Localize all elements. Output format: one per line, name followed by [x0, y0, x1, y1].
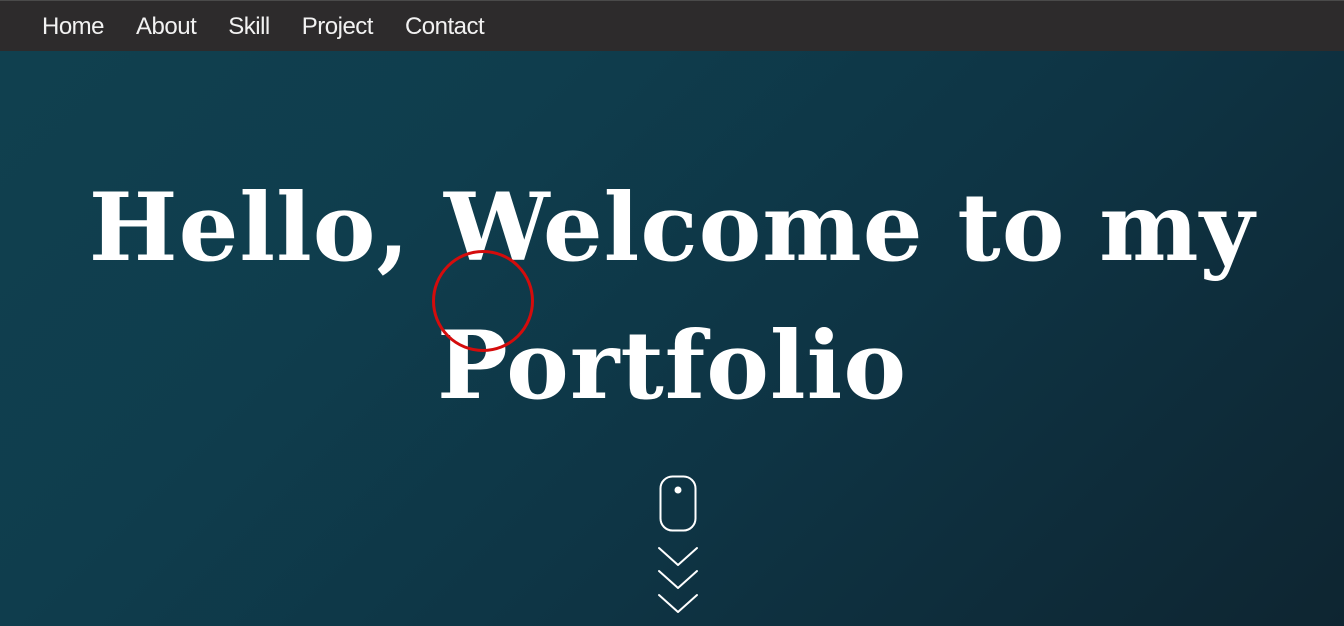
hero-title-line1: Hello, Welcome to my	[88, 173, 1256, 283]
hero-title: Hello, Welcome to my Portfolio	[0, 159, 1344, 435]
nav-link-about[interactable]: About	[136, 14, 197, 39]
chevron-down-icon	[658, 547, 698, 613]
hero-title-line2: Portfolio	[436, 311, 908, 421]
top-navbar: Home About Skill Project Contact	[0, 0, 1344, 51]
nav-link-contact[interactable]: Contact	[405, 14, 485, 39]
nav-link-skill[interactable]: Skill	[228, 14, 270, 39]
hero-section: Hello, Welcome to my Portfolio	[0, 51, 1344, 626]
nav-link-home[interactable]: Home	[42, 14, 105, 39]
scroll-down-indicator[interactable]	[657, 475, 699, 625]
mouse-scroll-icon	[658, 475, 698, 613]
nav-link-project[interactable]: Project	[302, 14, 374, 39]
